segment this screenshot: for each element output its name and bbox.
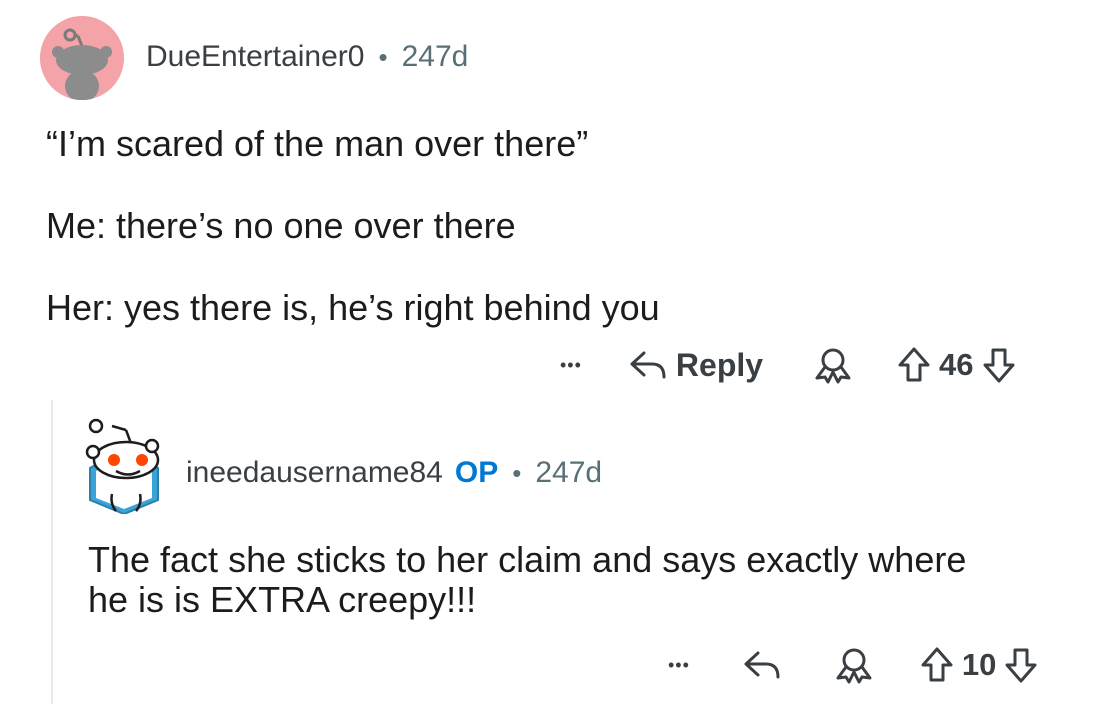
comment-paragraph: “I’m scared of the man over there” xyxy=(46,123,589,164)
meta-separator: • xyxy=(378,41,388,72)
comment-actions: ••• Reply 46 xyxy=(560,345,1016,385)
vote-score: 46 xyxy=(939,347,974,382)
comment-line: he is is EXTRA creepy!!! xyxy=(88,579,477,620)
vote-controls: 46 xyxy=(897,346,1015,384)
user-avatar[interactable] xyxy=(40,16,124,100)
upvote-icon[interactable] xyxy=(920,646,954,684)
downvote-icon[interactable] xyxy=(982,346,1016,384)
upvote-icon[interactable] xyxy=(897,346,931,384)
reply-button[interactable]: Reply xyxy=(628,347,763,384)
award-button[interactable] xyxy=(832,645,876,685)
username-link[interactable]: ineedausername84 xyxy=(186,456,443,490)
vote-score: 10 xyxy=(961,647,997,682)
award-icon xyxy=(815,348,851,384)
op-badge: OP xyxy=(454,456,499,489)
thread-line[interactable] xyxy=(51,400,53,704)
meta-separator: • xyxy=(512,457,522,488)
comment-body: The fact she sticks to her claim and say… xyxy=(88,540,966,620)
comment-age[interactable]: 247d xyxy=(402,40,469,74)
downvote-icon[interactable] xyxy=(1004,646,1038,684)
comment-paragraph: Me: there’s no one over there xyxy=(46,205,516,246)
comment-meta: DueEntertainer0 • 247d xyxy=(146,40,468,74)
comment-actions: ••• 10 xyxy=(668,645,1038,685)
username-link[interactable]: DueEntertainer0 xyxy=(146,40,364,74)
snoo-avatar-icon xyxy=(40,16,124,100)
comment-line: The fact she sticks to her claim and say… xyxy=(88,539,967,580)
more-options-button[interactable]: ••• xyxy=(668,655,690,676)
comment-paragraph: Her: yes there is, he’s right behind you xyxy=(46,287,660,328)
comment-age[interactable]: 247d xyxy=(535,456,602,490)
reply-label: Reply xyxy=(675,346,764,383)
comment-body: “I’m scared of the man over there” Me: t… xyxy=(46,124,660,328)
reply-button[interactable] xyxy=(742,647,782,683)
award-icon xyxy=(836,648,872,684)
award-button[interactable] xyxy=(811,345,855,385)
reply-icon xyxy=(744,651,780,679)
vote-controls: 10 xyxy=(920,646,1038,684)
comment-meta: ineedausername84 OP • 247d xyxy=(186,456,602,490)
reply-icon xyxy=(630,351,666,379)
user-avatar[interactable] xyxy=(82,416,166,514)
snoo-avatar-icon xyxy=(85,418,160,514)
more-options-button[interactable]: ••• xyxy=(560,355,582,376)
